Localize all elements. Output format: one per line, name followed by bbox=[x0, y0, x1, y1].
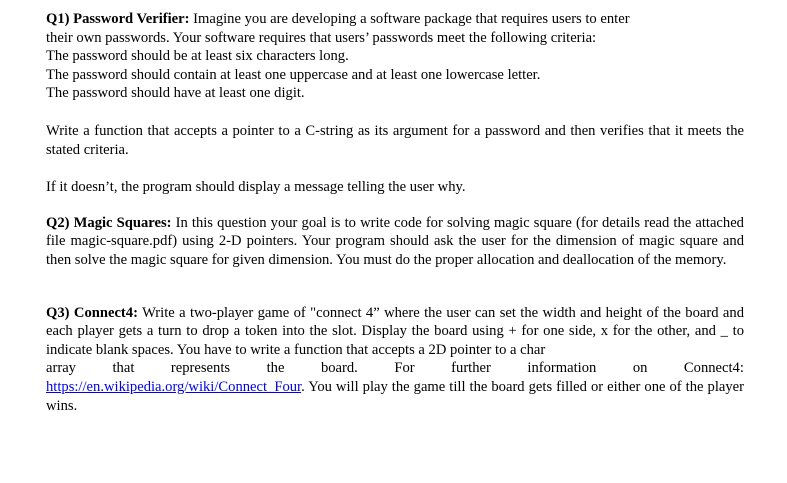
q1-intro-line1: Q1) Password Verifier: Imagine you are d… bbox=[46, 10, 744, 29]
q1-task: Write a function that accepts a pointer … bbox=[46, 122, 744, 158]
q1-intro-text1: Imagine you are developing a software pa… bbox=[189, 11, 630, 27]
q3-heading: Q3) Connect4: bbox=[46, 304, 138, 321]
connect-four-wikipedia-link[interactable]: https://en.wikipedia.org/wiki/Connect_Fo… bbox=[46, 379, 301, 395]
q2-heading: Q2) Magic Squares: bbox=[46, 214, 172, 231]
q3-word: represents bbox=[170, 360, 231, 377]
q1-criterion-digit: The password should have at least one di… bbox=[46, 85, 305, 102]
q3-word: For bbox=[394, 360, 415, 377]
q3-spread-line: array that represents the board. For fur… bbox=[46, 359, 744, 378]
q3-word: on bbox=[632, 360, 648, 377]
q1-message: If it doesn’t, the program should displa… bbox=[46, 179, 466, 196]
q3-paragraph: Q3) Connect4: Write a two-player game of… bbox=[46, 304, 744, 360]
q3-word: board. bbox=[320, 360, 358, 377]
q3-word: array bbox=[46, 360, 76, 377]
document-page: Q1) Password Verifier: Imagine you are d… bbox=[46, 10, 744, 415]
q2-paragraph: Q2) Magic Squares: In this question your… bbox=[46, 214, 744, 270]
q3-word: information bbox=[527, 360, 597, 377]
q1-criterion-length: The password should be at least six char… bbox=[46, 48, 349, 65]
q3-word: further bbox=[451, 360, 491, 377]
q3-word: Connect4: bbox=[683, 360, 744, 377]
q1-heading: Q1) Password Verifier: bbox=[46, 11, 190, 27]
q3-word: the bbox=[266, 360, 285, 377]
q1-intro-line2: their own passwords. Your software requi… bbox=[46, 29, 597, 46]
q3-word: that bbox=[112, 360, 135, 377]
q3-closing: https://en.wikipedia.org/wiki/Connect_Fo… bbox=[46, 378, 744, 415]
q3-body: Write a two-player game of "connect 4” w… bbox=[46, 304, 744, 358]
q1-criterion-case: The password should contain at least one… bbox=[46, 66, 541, 83]
